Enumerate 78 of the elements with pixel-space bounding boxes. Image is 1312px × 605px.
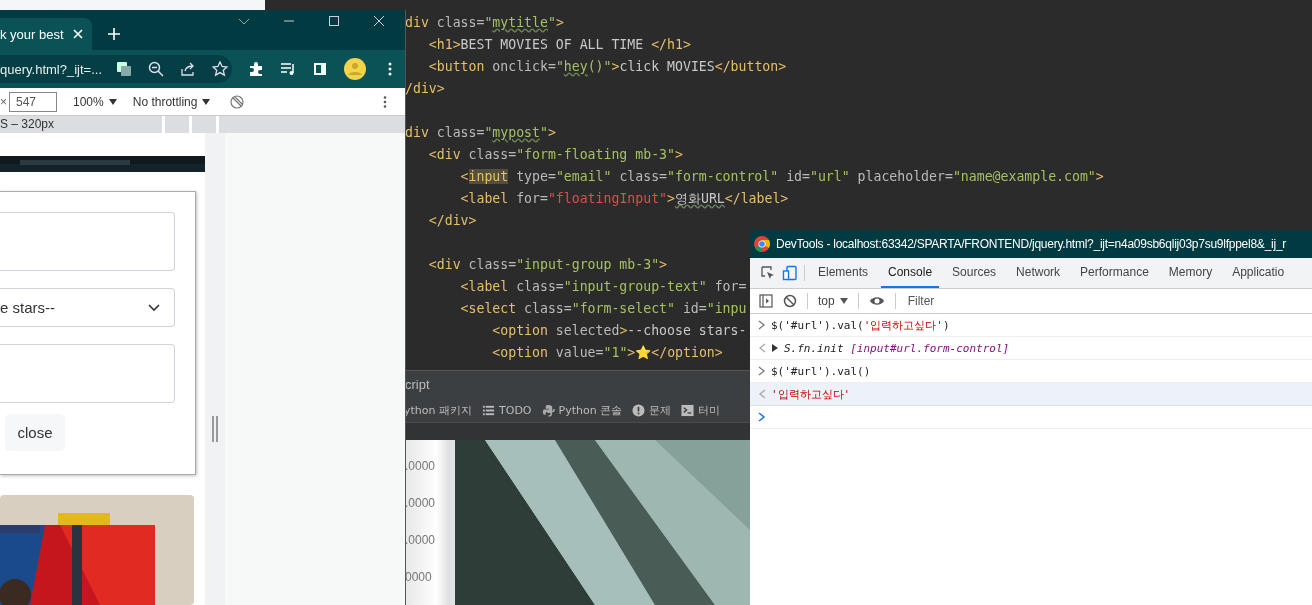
star-icon[interactable] bbox=[212, 61, 228, 77]
devtools-tab[interactable]: Network bbox=[1009, 258, 1068, 288]
code-line: <label class="input-group-text" for= bbox=[459, 278, 747, 296]
context-dropdown[interactable]: top bbox=[818, 294, 848, 308]
device-icon[interactable] bbox=[782, 265, 798, 281]
chevron-right-icon bbox=[758, 320, 766, 330]
select-field[interactable]: e stars-- bbox=[0, 287, 175, 327]
new-tab-icon[interactable] bbox=[107, 27, 121, 41]
input-field[interactable] bbox=[0, 211, 175, 271]
throttling-dropdown[interactable]: No throttling bbox=[132, 94, 211, 109]
code-line: <button onclick="hey()">click MOVIES</button> bbox=[427, 58, 787, 76]
devtools-tab[interactable]: Applicatio bbox=[1225, 258, 1292, 288]
tool-window-tab[interactable]: Python 콘솔 bbox=[541, 402, 623, 418]
code-line: </div> bbox=[427, 212, 477, 230]
rotate-icon[interactable] bbox=[230, 94, 245, 109]
zoom-out-icon[interactable] bbox=[148, 61, 164, 77]
console-text: $('#url').val('입력하고싶다') bbox=[771, 317, 950, 333]
chrome-icon bbox=[754, 236, 770, 252]
translate-icon[interactable] bbox=[116, 61, 132, 77]
ruler-label: .0000 bbox=[405, 458, 436, 474]
expand-triangle-icon[interactable] bbox=[771, 344, 779, 352]
code-line: <input type="email" class="form-control" id="url" placeholder="name@example.com"> bbox=[459, 168, 1104, 186]
code-line: <option value="1">⭐</option> bbox=[491, 344, 723, 362]
console-text: $('#url').val() bbox=[771, 364, 871, 378]
close-button[interactable]: close bbox=[5, 413, 65, 451]
chevron-right-icon bbox=[758, 412, 766, 422]
side-panel-icon[interactable] bbox=[312, 61, 328, 77]
resize-handle[interactable] bbox=[212, 416, 218, 442]
devtools-tab[interactable]: Sources bbox=[945, 258, 1004, 288]
code-line: div class="mytitle"> bbox=[405, 14, 564, 32]
ruler-label: .0000 bbox=[405, 532, 436, 548]
chevron-right-icon bbox=[758, 366, 766, 376]
share-icon[interactable] bbox=[180, 61, 196, 77]
list-icon bbox=[482, 403, 495, 417]
terminal-icon bbox=[681, 403, 695, 417]
clear-icon[interactable] bbox=[783, 294, 797, 308]
inspect-icon[interactable] bbox=[760, 265, 776, 281]
avatar-icon[interactable] bbox=[344, 58, 366, 80]
address-bar[interactable]: query.html?_ijt=... bbox=[0, 55, 232, 83]
height-field[interactable]: 547 bbox=[9, 91, 57, 112]
media-query-bar[interactable]: S – 320px bbox=[0, 116, 162, 133]
maximize-icon[interactable] bbox=[328, 15, 340, 27]
code-line: <label for="floatingInput">영화URL</label> bbox=[459, 190, 789, 208]
ruler-label: .0000 bbox=[405, 495, 436, 511]
devtools-tab[interactable]: Memory bbox=[1161, 258, 1220, 288]
devtools-tab[interactable]: Console bbox=[881, 258, 940, 288]
devtools-tab[interactable]: Performance bbox=[1073, 258, 1156, 288]
chevron-left-icon bbox=[758, 389, 766, 399]
chevron-left-icon bbox=[758, 343, 766, 353]
close-icon[interactable] bbox=[373, 15, 385, 27]
console-text: S.fn.init [input#url.form-control] bbox=[784, 341, 1010, 355]
chevron-down-icon bbox=[148, 301, 160, 314]
playlist-icon[interactable] bbox=[280, 61, 296, 77]
tool-window-tab[interactable]: 문제 bbox=[632, 402, 672, 418]
zoom-dropdown[interactable]: 100% bbox=[73, 94, 117, 109]
puzzle-icon[interactable] bbox=[248, 61, 264, 77]
sidebar-icon[interactable] bbox=[759, 294, 773, 308]
code-line: <div class="form-floating mb-3"> bbox=[427, 146, 683, 164]
python-icon bbox=[541, 403, 555, 417]
browser-tab[interactable]: k your best bbox=[0, 18, 92, 50]
code-line: <select class="form-select" id="inpu bbox=[459, 300, 747, 318]
alert-icon bbox=[632, 403, 646, 417]
caret-icon bbox=[839, 298, 848, 304]
tool-window-tab[interactable]: TODO bbox=[482, 403, 532, 417]
tool-window-tab[interactable]: 터미 bbox=[681, 402, 721, 418]
panel-title: cript bbox=[405, 377, 430, 392]
ruler-label: 0000 bbox=[405, 569, 432, 585]
devtools-tab[interactable]: Elements bbox=[811, 258, 876, 288]
code-line: div class="mypost"> bbox=[405, 124, 556, 142]
caret-icon bbox=[108, 98, 117, 105]
code-line: /div> bbox=[405, 80, 445, 98]
window-title: DevTools - localhost:63342/SPARTA/FRONTEND/jquery.html?_ijt=n4a09sb6qlij03p7su9lfppel8&_ij_r bbox=[776, 237, 1287, 251]
code-line: <option selected>--choose stars- bbox=[491, 322, 747, 340]
dimension-separator: × bbox=[0, 94, 7, 109]
caret-icon bbox=[202, 98, 211, 105]
code-line: <h1>BEST MOVIES OF ALL TIME </h1> bbox=[427, 36, 691, 54]
code-line: <div class="input-group mb-3"> bbox=[427, 256, 668, 274]
console-text: '입력하고싶다' bbox=[771, 386, 851, 402]
